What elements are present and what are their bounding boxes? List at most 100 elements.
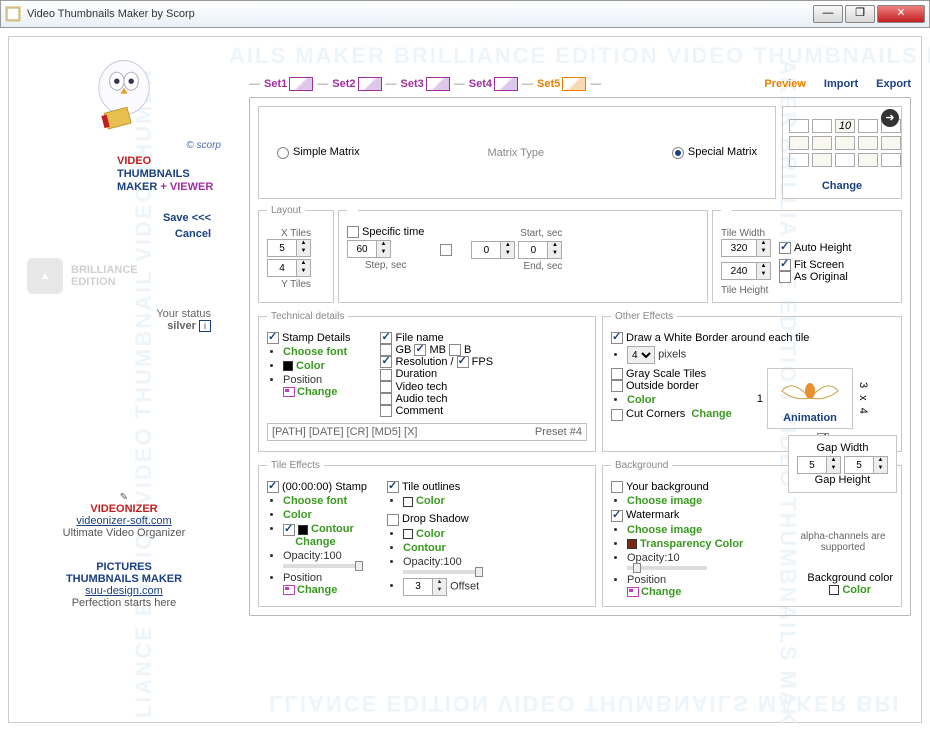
end-spinner[interactable]: ▲▼ — [518, 241, 562, 259]
resolution-check[interactable] — [380, 356, 392, 368]
xtiles-spinner[interactable]: ▲▼ — [267, 239, 311, 257]
close-button[interactable]: ✕ — [877, 5, 925, 23]
expand-arrow-icon[interactable]: ➜ — [881, 109, 899, 127]
cutcorners-check[interactable] — [611, 409, 623, 421]
ytiles-spinner[interactable]: ▲▼ — [267, 259, 311, 277]
transp-swatch[interactable] — [627, 539, 637, 549]
shadow-swatch[interactable] — [403, 529, 413, 539]
ts-contour-link[interactable]: Contour — [311, 523, 354, 535]
comment-check[interactable] — [380, 405, 392, 417]
alpha-note: alpha-channels are supported — [793, 531, 893, 553]
watermark-check[interactable] — [611, 510, 623, 522]
color-swatch[interactable] — [283, 361, 293, 371]
gap-box: Gap Width ▲▼ ▲▼ Gap Height — [788, 435, 897, 493]
brand-name: VIDEO THUMBNAILS MAKER + VIEWER — [117, 155, 221, 194]
outside-color-link[interactable]: Color — [627, 394, 656, 406]
contour-swatch[interactable] — [298, 525, 308, 535]
outline-swatch[interactable] — [403, 497, 413, 507]
cancel-button[interactable]: Cancel — [27, 228, 211, 240]
ts-contour-check[interactable] — [283, 524, 295, 536]
change-position-link[interactable]: Change — [297, 386, 337, 398]
import-button[interactable]: Import — [824, 78, 858, 90]
position-icon[interactable] — [627, 587, 639, 597]
white-border-check[interactable] — [611, 332, 623, 344]
promo-videonizer: ✎ VIDEONIZER videonizer-soft.com Ultimat… — [27, 492, 221, 539]
save-button[interactable]: Save <<< — [27, 212, 211, 224]
shadow-color-link[interactable]: Color — [416, 528, 445, 540]
bg-color-block: Background color Color — [807, 572, 893, 596]
start-spinner[interactable]: ▲▼ — [471, 241, 515, 259]
outlines-check[interactable] — [387, 481, 399, 493]
ts-pos-change[interactable]: Change — [297, 584, 337, 596]
matrix-type-label: Matrix Type — [360, 147, 672, 159]
cut-change-link[interactable]: Change — [691, 408, 731, 420]
shadow-contour-link[interactable]: Contour — [403, 542, 446, 554]
ts-opacity-slider[interactable] — [283, 564, 363, 568]
preset-bar[interactable]: [PATH] [DATE] [CR] [MD5] [X]Preset #4 — [267, 423, 587, 441]
transp-color-link[interactable]: Transparency Color — [640, 538, 743, 550]
tab-set2[interactable]: Set2 — [330, 77, 383, 91]
tab-set3[interactable]: Set3 — [399, 77, 452, 91]
ts-font-link[interactable]: Choose font — [283, 495, 347, 507]
tilewidth-spinner[interactable]: ▲▼ — [721, 239, 771, 257]
step-spinner[interactable]: ▲▼ — [347, 240, 391, 258]
outline-color-link[interactable]: Color — [416, 495, 445, 507]
position-icon[interactable] — [283, 387, 295, 397]
link-check[interactable] — [440, 244, 452, 256]
border-px-select[interactable]: 4 — [627, 346, 655, 364]
ts-contour-change[interactable]: Change — [295, 536, 335, 548]
wm-choose-image[interactable]: Choose image — [627, 524, 702, 536]
ts-color-link[interactable]: Color — [283, 509, 312, 521]
audiotech-check[interactable] — [380, 393, 392, 405]
arrow-up-icon: ▲ — [27, 258, 63, 294]
mb-check[interactable] — [414, 344, 426, 356]
minimize-button[interactable]: — — [813, 5, 843, 23]
offset-spinner[interactable]: ▲▼ — [403, 578, 447, 596]
fitscreen-check[interactable] — [779, 259, 791, 271]
position-icon[interactable] — [283, 585, 295, 595]
animation-link[interactable]: Animation — [772, 412, 848, 424]
autoheight-check[interactable] — [779, 242, 791, 254]
videonizer-link[interactable]: videonizer-soft.com — [27, 515, 221, 527]
gapw-spinner[interactable]: ▲▼ — [797, 456, 841, 474]
wm-opacity-slider[interactable] — [627, 566, 707, 570]
owl-logo-icon — [79, 47, 169, 137]
choose-font-link[interactable]: Choose font — [283, 346, 347, 358]
simple-matrix-radio[interactable]: Simple Matrix — [277, 146, 360, 158]
bgcolor-link[interactable]: Color — [842, 584, 871, 596]
tab-set1[interactable]: Set1 — [262, 77, 315, 91]
videotech-check[interactable] — [380, 381, 392, 393]
matrix-change-button[interactable]: Change — [789, 180, 895, 192]
bg-choose-image[interactable]: Choose image — [627, 495, 702, 507]
main-panel: — Set1— Set2— Set3— Set4— Set5— Preview … — [249, 77, 911, 712]
time-stamp-check[interactable] — [267, 481, 279, 493]
dropshadow-check[interactable] — [387, 514, 399, 526]
wm-pos-change[interactable]: Change — [641, 586, 681, 598]
promo-ptm: PICTURES THUMBNAILS MAKER suu-design.com… — [27, 561, 221, 609]
fps-check[interactable] — [457, 356, 469, 368]
duration-check[interactable] — [380, 369, 392, 381]
matrix-editor: ➜ 10 Change — [782, 106, 902, 199]
special-matrix-radio[interactable]: Special Matrix — [672, 146, 757, 158]
shadow-opacity-slider[interactable] — [403, 570, 483, 574]
maximize-button[interactable]: ❐ — [845, 5, 875, 23]
preview-button[interactable]: Preview — [764, 78, 806, 90]
your-bg-check[interactable] — [611, 481, 623, 493]
copyright: © scorp — [27, 140, 221, 151]
bgcolor-swatch[interactable] — [829, 585, 839, 595]
tileheight-spinner[interactable]: ▲▼ — [721, 262, 771, 280]
specific-time-check[interactable] — [347, 226, 359, 238]
titlebar: Video Thumbnails Maker by Scorp — ❐ ✕ — [0, 0, 930, 28]
color-link[interactable]: Color — [296, 360, 325, 372]
export-button[interactable]: Export — [876, 78, 911, 90]
grayscale-check[interactable] — [611, 368, 623, 380]
tab-set5[interactable]: Set5 — [535, 77, 588, 91]
suu-link[interactable]: suu-design.com — [27, 585, 221, 597]
stamp-details-check[interactable] — [267, 332, 279, 344]
tab-set4[interactable]: Set4 — [467, 77, 520, 91]
asoriginal-check[interactable] — [779, 271, 791, 283]
info-icon[interactable]: i — [199, 320, 211, 332]
gaph-spinner[interactable]: ▲▼ — [844, 456, 888, 474]
filename-check[interactable] — [380, 332, 392, 344]
outside-border-check[interactable] — [611, 380, 623, 392]
